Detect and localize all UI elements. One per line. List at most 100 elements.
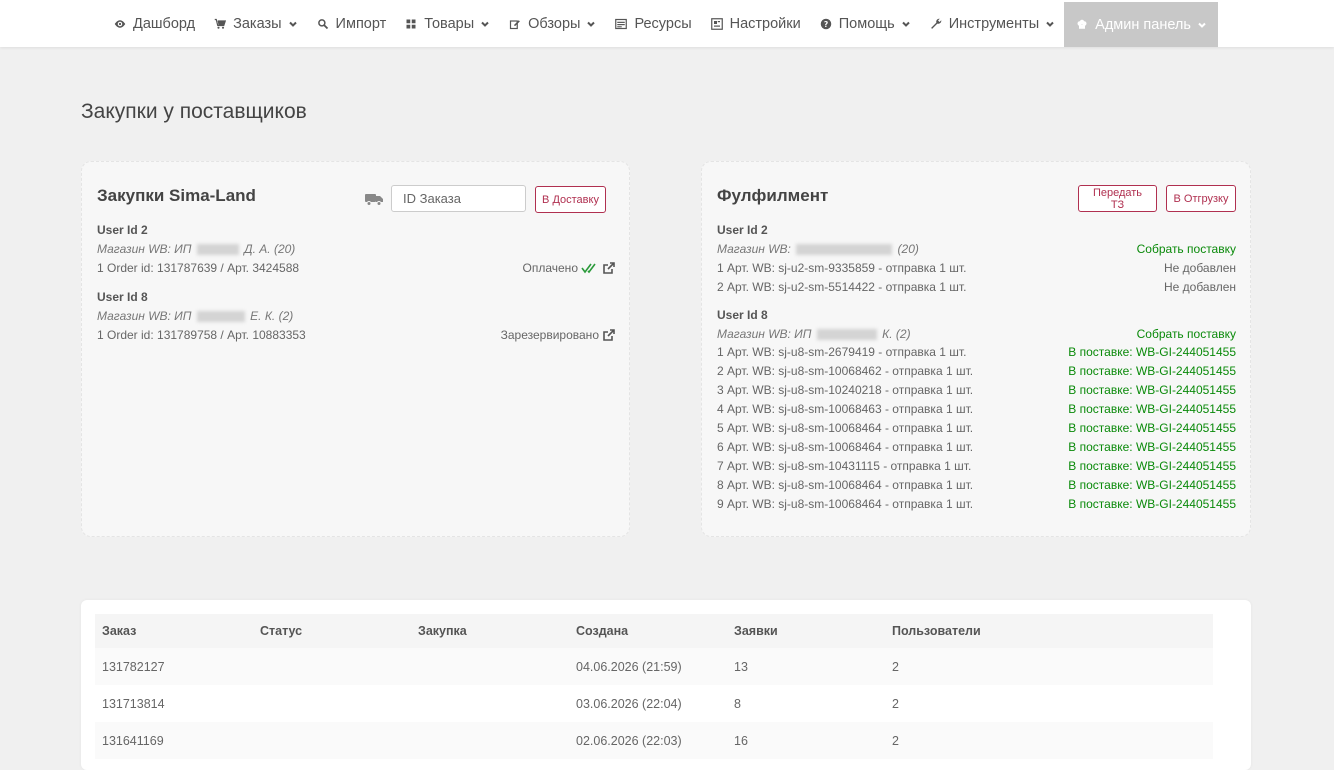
cell-status bbox=[253, 685, 411, 722]
shop-name: Магазин WB: ИП Д. А. (20) bbox=[97, 242, 296, 256]
col-header-created[interactable]: Создана bbox=[569, 614, 727, 648]
nav-item-orders[interactable]: Заказы bbox=[204, 0, 306, 47]
table-row[interactable]: 131713814 03.06.2026 (22:04) 8 2 bbox=[95, 685, 1213, 722]
double-check-icon bbox=[581, 262, 599, 274]
cell-order: 131782127 bbox=[95, 648, 253, 685]
collect-supply-link[interactable]: Собрать поставку bbox=[1137, 242, 1236, 256]
article-line: 3 Арт. WB: sj-u8-sm-10240218 - отправка … bbox=[717, 383, 974, 397]
cell-requests: 13 bbox=[727, 648, 885, 685]
article-status: В поставке: WB-GI-244051455 bbox=[1068, 345, 1236, 359]
edit-icon bbox=[508, 17, 522, 31]
col-header-users[interactable]: Пользователи bbox=[885, 614, 1213, 648]
nav-item-tools[interactable]: Инструменты bbox=[920, 0, 1064, 47]
nav-item-label: Админ панель bbox=[1095, 16, 1191, 33]
sima-card-title: Закупки Sima-Land bbox=[97, 186, 256, 205]
article-line: 2 Арт. WB: sj-u8-sm-10068462 - отправка … bbox=[717, 364, 974, 378]
truck-icon bbox=[365, 192, 383, 206]
redacted-text bbox=[816, 329, 877, 341]
eye-icon bbox=[113, 17, 127, 31]
article-line: 1 Арт. WB: sj-u8-sm-2679419 - отправка 1… bbox=[717, 345, 967, 359]
article-status: В поставке: WB-GI-244051455 bbox=[1068, 383, 1236, 397]
list-icon bbox=[614, 17, 628, 31]
cell-status bbox=[253, 648, 411, 685]
article-status: В поставке: WB-GI-244051455 bbox=[1068, 364, 1236, 378]
article-line: 7 Арт. WB: sj-u8-sm-10431115 - отправка … bbox=[717, 459, 972, 473]
article-status: В поставке: WB-GI-244051455 bbox=[1068, 478, 1236, 492]
nav-item-help[interactable]: ? Помощь bbox=[810, 0, 920, 47]
order-line: 1 Order id: 131789758 / Арт. 10883353 bbox=[97, 328, 306, 342]
nav-item-settings[interactable]: Настройки bbox=[701, 0, 810, 47]
col-header-order[interactable]: Заказ bbox=[95, 614, 253, 648]
user-heading: User Id 2 bbox=[97, 223, 148, 237]
article-line: 9 Арт. WB: sj-u8-sm-10068464 - отправка … bbox=[717, 497, 974, 511]
shop-name: Магазин WB: ИП К. (2) bbox=[717, 327, 911, 341]
search-icon bbox=[316, 17, 330, 31]
nav-item-products[interactable]: Товары bbox=[395, 0, 499, 47]
settings-icon bbox=[710, 17, 724, 31]
article-status: Не добавлен bbox=[1163, 280, 1236, 294]
fulfilment-card-title: Фулфилмент bbox=[717, 186, 829, 205]
table-row[interactable]: 131782127 04.06.2026 (21:59) 13 2 bbox=[95, 648, 1213, 685]
cell-purchase bbox=[411, 722, 569, 759]
cell-purchase bbox=[411, 685, 569, 722]
article-status: В поставке: WB-GI-244051455 bbox=[1068, 459, 1236, 473]
external-link-icon[interactable] bbox=[602, 328, 615, 342]
orders-table-card: Заказ Статус Закупка Создана Заявки Поль… bbox=[81, 600, 1251, 770]
nav-item-label: Дашборд bbox=[133, 15, 196, 32]
article-status: В поставке: WB-GI-244051455 bbox=[1068, 402, 1236, 416]
redacted-text bbox=[196, 311, 245, 323]
article-line: 8 Арт. WB: sj-u8-sm-10068464 - отправка … bbox=[717, 478, 974, 492]
col-header-requests[interactable]: Заявки bbox=[727, 614, 885, 648]
external-link-icon[interactable] bbox=[602, 261, 615, 275]
nav-item-dashboard[interactable]: Дашборд bbox=[104, 0, 204, 47]
order-status: Зарезервировано bbox=[501, 328, 615, 342]
cell-requests: 8 bbox=[727, 685, 885, 722]
chevron-down-icon bbox=[1045, 19, 1055, 29]
to-shipment-button[interactable]: В Отгрузку bbox=[1166, 185, 1236, 212]
redacted-text bbox=[196, 244, 239, 256]
table-header-row: Заказ Статус Закупка Создана Заявки Поль… bbox=[95, 614, 1213, 648]
top-navbar: Дашборд Заказы Импорт Товары Обзоры Ресу… bbox=[0, 0, 1334, 47]
cell-status bbox=[253, 722, 411, 759]
to-delivery-button[interactable]: В Доставку bbox=[535, 186, 606, 213]
article-line: 6 Арт. WB: sj-u8-sm-10068464 - отправка … bbox=[717, 440, 974, 454]
nav-item-label: Обзоры bbox=[528, 15, 581, 32]
col-header-status[interactable]: Статус bbox=[253, 614, 411, 648]
chef-icon bbox=[1075, 18, 1089, 32]
cart-icon bbox=[213, 17, 227, 31]
collect-supply-link[interactable]: Собрать поставку bbox=[1137, 327, 1236, 341]
nav-item-admin-panel[interactable]: Админ панель bbox=[1064, 2, 1218, 47]
nav-item-resources[interactable]: Ресурсы bbox=[605, 0, 700, 47]
chevron-down-icon bbox=[1197, 20, 1207, 30]
col-header-purchase[interactable]: Закупка bbox=[411, 614, 569, 648]
chevron-down-icon bbox=[480, 19, 490, 29]
grid-icon bbox=[404, 17, 418, 31]
article-status: Не добавлен bbox=[1163, 261, 1236, 275]
article-status: В поставке: WB-GI-244051455 bbox=[1068, 421, 1236, 435]
cell-purchase bbox=[411, 648, 569, 685]
article-line: 5 Арт. WB: sj-u8-sm-10068464 - отправка … bbox=[717, 421, 974, 435]
cell-requests: 16 bbox=[727, 722, 885, 759]
cell-users: 2 bbox=[885, 648, 1213, 685]
nav-item-label: Товары bbox=[424, 15, 475, 32]
cell-order: 131713814 bbox=[95, 685, 253, 722]
order-status: Оплачено bbox=[523, 261, 615, 275]
user-heading: User Id 8 bbox=[717, 308, 768, 322]
order-line: 1 Order id: 131787639 / Арт. 3424588 bbox=[97, 261, 300, 275]
fulfilment-card: Фулфилмент Передать ТЗ В Отгрузку User I… bbox=[701, 161, 1251, 537]
user-heading: User Id 8 bbox=[97, 290, 148, 304]
article-line: 4 Арт. WB: sj-u8-sm-10068463 - отправка … bbox=[717, 402, 974, 416]
orders-table: Заказ Статус Закупка Создана Заявки Поль… bbox=[95, 614, 1213, 759]
nav-item-label: Заказы bbox=[233, 15, 282, 32]
table-row[interactable]: 131641169 02.06.2026 (22:03) 16 2 bbox=[95, 722, 1213, 759]
send-tz-button[interactable]: Передать ТЗ bbox=[1078, 185, 1157, 212]
nav-item-reviews[interactable]: Обзоры bbox=[499, 0, 605, 47]
page-title: Закупки у поставщиков bbox=[81, 100, 307, 123]
cell-created: 04.06.2026 (21:59) bbox=[569, 648, 727, 685]
order-id-input[interactable] bbox=[391, 185, 526, 212]
chevron-down-icon bbox=[901, 19, 911, 29]
nav-item-label: Инструменты bbox=[948, 15, 1040, 32]
nav-item-label: Настройки bbox=[729, 15, 801, 32]
article-status: В поставке: WB-GI-244051455 bbox=[1068, 440, 1236, 454]
nav-item-import[interactable]: Импорт bbox=[307, 0, 396, 47]
